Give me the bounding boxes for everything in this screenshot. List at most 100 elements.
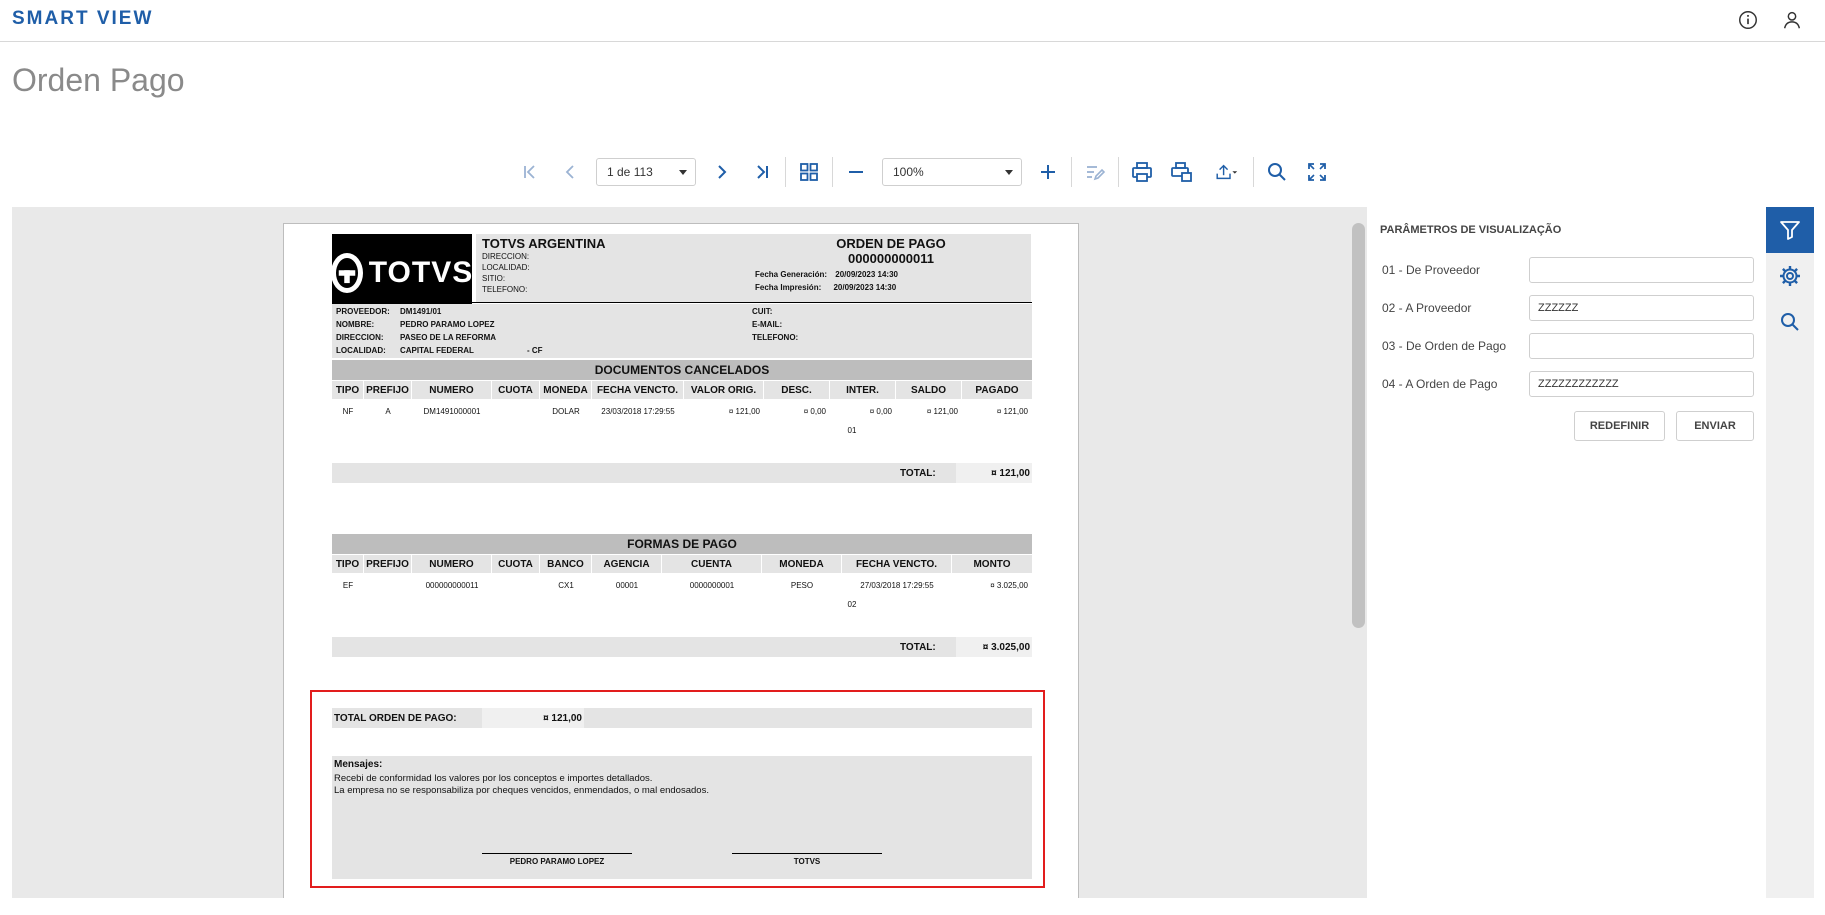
caret-down-icon <box>679 169 687 175</box>
param-a-proveedor: 02 - A Proveedor ZZZZZZ <box>1382 295 1754 321</box>
table-cell: ¤ 3.025,00 <box>990 580 1028 590</box>
docs-total-row: TOTAL: ¤ 121,00 <box>332 463 1032 483</box>
docs-header-row: TIPO PREFIJO NUMERO CUOTA MONEDA FECHA V… <box>332 381 1032 399</box>
top-icons <box>1737 9 1803 36</box>
send-button[interactable]: ENVIAR <box>1676 411 1754 441</box>
toolbar-divider <box>1071 157 1072 187</box>
parameters-panel: PARÂMETROS DE VISUALIZAÇÃO 01 - De Prove… <box>1368 207 1766 898</box>
formas-section-title: FORMAS DE PAGO <box>332 534 1032 554</box>
filter-icon <box>1780 221 1800 240</box>
last-page-button[interactable] <box>742 155 782 189</box>
chevron-right-icon <box>718 165 727 179</box>
param-a-orden: 04 - A Orden de Pago ZZZZZZZZZZZZ <box>1382 371 1754 397</box>
param-label: 02 - A Proveedor <box>1382 301 1472 315</box>
fecha-generacion-label: Fecha Generación: <box>755 270 828 279</box>
fecha-impresion-label: Fecha Impresión: <box>755 283 822 292</box>
table-cell: 0000000001 <box>689 580 735 590</box>
page-select[interactable]: 1 de 113 <box>596 158 696 186</box>
column-header: NUMERO <box>412 381 492 399</box>
fullscreen-button[interactable] <box>1297 155 1337 189</box>
de-orden-input[interactable] <box>1529 333 1754 359</box>
zoom-select-value: 100% <box>893 165 924 179</box>
column-header: PAGADO <box>975 384 1019 396</box>
localidad-value: CAPITAL FEDERAL <box>400 346 474 355</box>
zoom-out-button[interactable] <box>836 155 876 189</box>
settings-tab[interactable] <box>1766 253 1814 299</box>
formas-sub-value: 02 <box>847 600 857 609</box>
column-header: MONEDA <box>540 381 592 399</box>
printer-page-icon <box>1171 162 1192 182</box>
printer-icon <box>1132 162 1152 182</box>
last-page-icon <box>757 165 768 179</box>
side-icon-strip <box>1766 207 1814 898</box>
search-icon <box>1781 313 1799 331</box>
reset-button[interactable]: REDEFINIR <box>1574 411 1665 441</box>
info-icon[interactable] <box>1737 9 1759 36</box>
table-row: EF 000000000011 CX1 00001 0000000001 PES… <box>332 578 1032 592</box>
page-select-value: 1 de 113 <box>607 165 653 179</box>
previous-page-button[interactable] <box>550 155 590 189</box>
column-header: TIPO <box>332 555 364 573</box>
user-icon[interactable] <box>1781 9 1803 36</box>
table-cell: ¤ 121,00 <box>728 406 760 416</box>
table-cell: ¤ 121,00 <box>926 406 958 416</box>
formas-total-value: ¤ 3.025,00 <box>956 637 1032 657</box>
viewer-scrollbar[interactable] <box>1352 223 1365 628</box>
grid-icon <box>800 163 818 181</box>
app-brand: SMART VIEW <box>12 8 154 29</box>
toolbar-divider <box>785 157 786 187</box>
highlight-box <box>310 690 1045 888</box>
direccion-value: PASEO DE LA REFORMA <box>400 333 497 342</box>
header-divider <box>332 302 1032 303</box>
toolbar-divider <box>1118 157 1119 187</box>
table-cell: EF <box>342 580 354 590</box>
column-header: NUMERO <box>412 555 492 573</box>
table-cell: 27/03/2018 17:29:55 <box>860 580 934 590</box>
thumbnails-button[interactable] <box>789 155 829 189</box>
column-header: CUENTA <box>662 555 762 573</box>
zoom-in-button[interactable] <box>1028 155 1068 189</box>
param-label: 03 - De Orden de Pago <box>1382 339 1507 353</box>
top-bar: SMART VIEW <box>0 0 1825 42</box>
print-page-button[interactable] <box>1162 155 1202 189</box>
order-block: ORDEN DE PAGO 000000000011 Fecha Generac… <box>751 234 1031 302</box>
proveedor-value: DM1491/01 <box>400 307 442 316</box>
table-cell: 000000000011 <box>425 580 479 590</box>
param-de-proveedor: 01 - De Proveedor <box>1382 257 1754 283</box>
print-button[interactable] <box>1122 155 1162 189</box>
table-cell: CX1 <box>558 580 574 590</box>
export-button[interactable] <box>1202 155 1250 189</box>
a-orden-input[interactable]: ZZZZZZZZZZZZ <box>1529 371 1754 397</box>
gear-icon <box>1780 266 1800 286</box>
edit-icon <box>1087 166 1106 181</box>
docs-section-title: DOCUMENTOS CANCELADOS <box>332 360 1032 380</box>
filter-tab[interactable] <box>1766 207 1814 253</box>
column-header: FECHA VENCTO. <box>842 555 952 573</box>
column-header: PREFIJO <box>364 555 412 573</box>
edit-button[interactable] <box>1075 155 1115 189</box>
search-button[interactable] <box>1257 155 1297 189</box>
de-proveedor-input[interactable] <box>1529 257 1754 283</box>
table-row: NF A DM1491000001 DOLAR 23/03/2018 17:29… <box>332 404 1032 418</box>
table-cell: ¤ 121,00 <box>996 406 1028 416</box>
column-header: TIPO <box>332 381 364 399</box>
plus-icon <box>1041 165 1055 179</box>
first-page-button[interactable] <box>510 155 550 189</box>
logo-mark-icon <box>330 253 363 293</box>
cuit-label: CUIT: <box>752 307 773 316</box>
search-tab[interactable] <box>1766 299 1814 345</box>
a-proveedor-input[interactable]: ZZZZZZ <box>1529 295 1754 321</box>
column-header: DESC. <box>764 381 830 399</box>
next-page-button[interactable] <box>702 155 742 189</box>
fecha-generacion: 20/09/2023 14:30 <box>835 270 898 279</box>
company-logo: TOTVS <box>330 234 472 312</box>
supplier-block: PROVEEDOR: DM1491/01 NOMBRE: PEDRO PARAM… <box>332 304 1032 358</box>
param-label: 01 - De Proveedor <box>1382 263 1481 277</box>
cf-value: - CF <box>527 346 543 355</box>
column-header: VALOR ORIG. <box>684 381 764 399</box>
table-cell: PESO <box>790 580 814 590</box>
table-cell: ¤ 0,00 <box>803 406 826 416</box>
table-cell: DM1491000001 <box>423 406 481 416</box>
direccion-label: DIRECCION: <box>336 333 384 342</box>
zoom-select[interactable]: 100% <box>882 158 1022 186</box>
